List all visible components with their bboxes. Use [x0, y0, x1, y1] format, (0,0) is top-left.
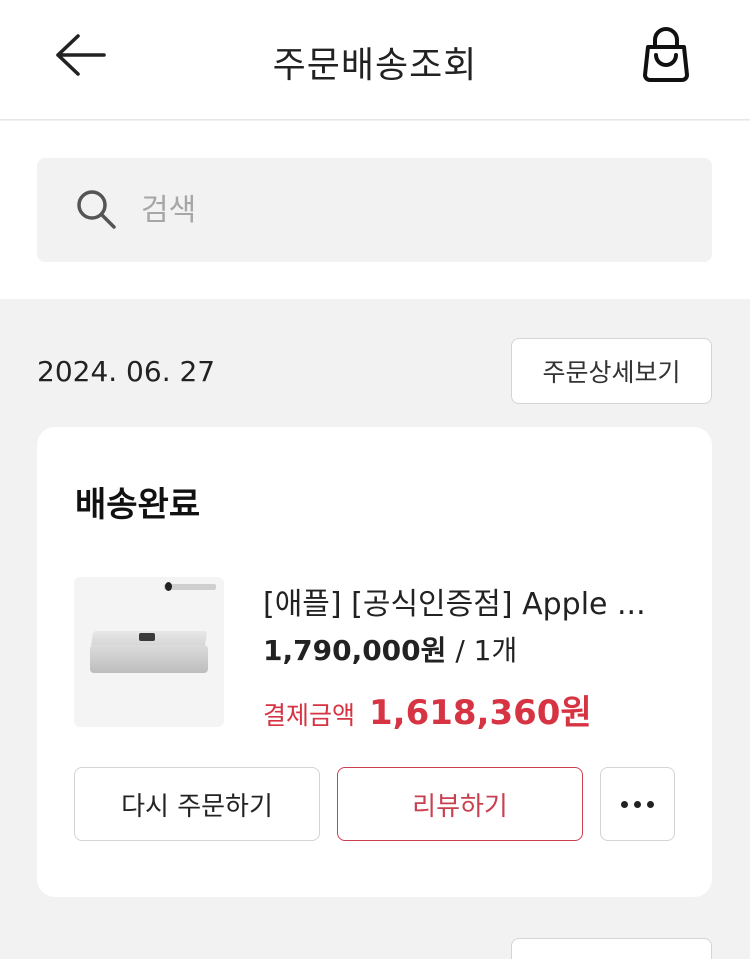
search-icon: [77, 190, 116, 229]
payment-amount: 1,618,360원: [369, 693, 592, 733]
delivery-status: 배송완료: [75, 485, 201, 525]
product-price: 1,790,000원: [263, 634, 447, 667]
product-name[interactable]: [애플] [공식인증점] Apple ...: [263, 579, 683, 623]
shopping-bag-icon: [643, 27, 689, 82]
payment-line: 결제금액 1,618,360원: [263, 685, 592, 734]
search-input[interactable]: [141, 186, 681, 234]
app-header: 주문배송조회: [0, 0, 750, 120]
next-order-detail-button[interactable]: [511, 938, 712, 959]
apple-logo-icon: [165, 582, 172, 591]
more-dots-icon: [621, 800, 654, 808]
mac-mini-body: [90, 645, 208, 673]
review-button[interactable]: 리뷰하기: [337, 767, 583, 841]
more-button[interactable]: [600, 767, 675, 841]
shopping-bag-button[interactable]: [636, 24, 696, 86]
search-box[interactable]: [37, 158, 712, 262]
product-price-line: 1,790,000원 / 1개: [263, 629, 517, 669]
order-card: 배송완료 [애플] [공식인증점] Apple ... 1,790,000원 /…: [37, 427, 712, 897]
reorder-button[interactable]: 다시 주문하기: [74, 767, 320, 841]
search-section: [0, 121, 750, 299]
order-date: 2024. 06. 27: [37, 355, 216, 388]
order-detail-button[interactable]: 주문상세보기: [511, 338, 712, 404]
mac-mini-port: [139, 633, 155, 641]
product-quantity: / 1개: [446, 634, 518, 667]
payment-label: 결제금액: [263, 701, 356, 730]
product-thumbnail[interactable]: [74, 577, 224, 727]
